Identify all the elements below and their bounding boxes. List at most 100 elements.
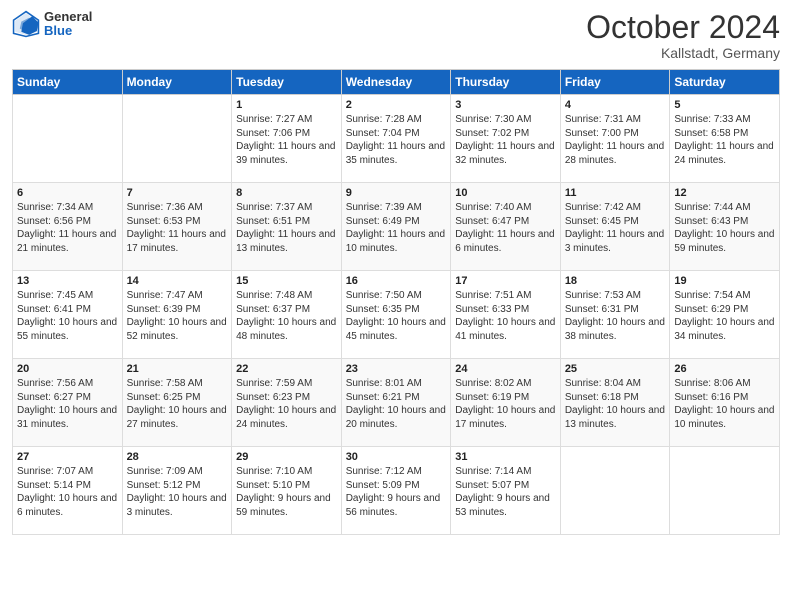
- day-number: 24: [455, 363, 556, 375]
- day-info: Sunrise: 7:48 AM Sunset: 6:37 PM Dayligh…: [236, 289, 337, 343]
- day-info: Sunrise: 7:30 AM Sunset: 7:02 PM Dayligh…: [455, 113, 556, 167]
- day-header-row: SundayMondayTuesdayWednesdayThursdayFrid…: [13, 70, 780, 95]
- day-number: 2: [346, 99, 447, 111]
- day-info: Sunrise: 7:45 AM Sunset: 6:41 PM Dayligh…: [17, 289, 118, 343]
- calendar-cell: 19Sunrise: 7:54 AM Sunset: 6:29 PM Dayli…: [670, 271, 780, 359]
- calendar-week-row: 20 Sunrise: 7:56 AM Sunset: 6:27 PM Dayli…: [13, 359, 780, 447]
- day-info: Sunrise: 7:28 AM Sunset: 7:04 PM Dayligh…: [346, 113, 447, 167]
- calendar-cell: 4 Sunrise: 7:31 AM Sunset: 7:00 PM Daylig…: [560, 95, 670, 183]
- day-info: Sunrise: 7:40 AM Sunset: 6:47 PM Dayligh…: [455, 201, 556, 255]
- calendar-cell: 28 Sunrise: 7:09 AM Sunset: 5:12 PM Dayli…: [122, 447, 232, 535]
- calendar-cell: 21Sunrise: 7:58 AM Sunset: 6:25 PM Dayli…: [122, 359, 232, 447]
- calendar-page: General Blue October 2024 Kallstadt, Ger…: [0, 0, 792, 612]
- day-number: 28: [127, 451, 228, 463]
- day-info: Sunrise: 8:01 AM Sunset: 6:21 PM Dayligh…: [346, 377, 447, 431]
- day-info: Sunrise: 7:31 AM Sunset: 7:00 PM Dayligh…: [565, 113, 666, 167]
- day-of-week-header: Wednesday: [341, 70, 451, 95]
- calendar-cell: 24 Sunrise: 8:02 AM Sunset: 6:19 PM Dayli…: [451, 359, 561, 447]
- calendar-cell: 3 Sunrise: 7:30 AM Sunset: 7:02 PM Daylig…: [451, 95, 561, 183]
- day-info: Sunrise: 7:33 AM Sunset: 6:58 PM Dayligh…: [674, 113, 775, 167]
- day-info: Sunrise: 7:50 AM Sunset: 6:35 PM Dayligh…: [346, 289, 447, 343]
- day-number: 26: [674, 363, 775, 375]
- day-number: 30: [346, 451, 447, 463]
- day-info: Sunrise: 7:59 AM Sunset: 6:23 PM Dayligh…: [236, 377, 337, 431]
- calendar-cell: 18Sunrise: 7:53 AM Sunset: 6:31 PM Dayli…: [560, 271, 670, 359]
- page-header: General Blue October 2024 Kallstadt, Ger…: [12, 10, 780, 61]
- day-number: 31: [455, 451, 556, 463]
- calendar-cell: 14Sunrise: 7:47 AM Sunset: 6:39 PM Dayli…: [122, 271, 232, 359]
- day-number: 11: [565, 187, 666, 199]
- day-info: Sunrise: 8:06 AM Sunset: 6:16 PM Dayligh…: [674, 377, 775, 431]
- day-number: 15: [236, 275, 337, 287]
- calendar-cell: 1Sunrise: 7:27 AM Sunset: 7:06 PM Daylig…: [232, 95, 342, 183]
- day-number: 20: [17, 363, 118, 375]
- day-number: 6: [17, 187, 118, 199]
- day-info: Sunrise: 7:14 AM Sunset: 5:07 PM Dayligh…: [455, 465, 556, 519]
- day-info: Sunrise: 7:34 AM Sunset: 6:56 PM Dayligh…: [17, 201, 118, 255]
- calendar-cell: 20 Sunrise: 7:56 AM Sunset: 6:27 PM Dayli…: [13, 359, 123, 447]
- calendar-cell: 23 Sunrise: 8:01 AM Sunset: 6:21 PM Dayli…: [341, 359, 451, 447]
- calendar-cell: 13Sunrise: 7:45 AM Sunset: 6:41 PM Dayli…: [13, 271, 123, 359]
- calendar-cell: 25 Sunrise: 8:04 AM Sunset: 6:18 PM Dayli…: [560, 359, 670, 447]
- calendar-cell: [122, 95, 232, 183]
- calendar-cell: 7 Sunrise: 7:36 AM Sunset: 6:53 PM Daylig…: [122, 183, 232, 271]
- day-info: Sunrise: 7:07 AM Sunset: 5:14 PM Dayligh…: [17, 465, 118, 519]
- calendar-cell: 31 Sunrise: 7:14 AM Sunset: 5:07 PM Dayli…: [451, 447, 561, 535]
- day-number: 25: [565, 363, 666, 375]
- calendar-cell: 12 Sunrise: 7:44 AM Sunset: 6:43 PM Dayli…: [670, 183, 780, 271]
- day-info: Sunrise: 7:09 AM Sunset: 5:12 PM Dayligh…: [127, 465, 228, 519]
- calendar-cell: [670, 447, 780, 535]
- calendar-cell: 16 Sunrise: 7:50 AM Sunset: 6:35 PM Dayli…: [341, 271, 451, 359]
- day-info: Sunrise: 7:27 AM Sunset: 7:06 PM Dayligh…: [236, 113, 337, 167]
- logo: General Blue: [12, 10, 92, 39]
- day-number: 3: [455, 99, 556, 111]
- calendar-cell: 8Sunrise: 7:37 AM Sunset: 6:51 PM Daylig…: [232, 183, 342, 271]
- day-number: 7: [127, 187, 228, 199]
- logo-blue-text: Blue: [44, 24, 92, 38]
- calendar-week-row: 13Sunrise: 7:45 AM Sunset: 6:41 PM Dayli…: [13, 271, 780, 359]
- calendar-cell: 5Sunrise: 7:33 AM Sunset: 6:58 PM Daylig…: [670, 95, 780, 183]
- day-info: Sunrise: 7:12 AM Sunset: 5:09 PM Dayligh…: [346, 465, 447, 519]
- day-number: 8: [236, 187, 337, 199]
- logo-text: General Blue: [44, 10, 92, 39]
- day-number: 12: [674, 187, 775, 199]
- calendar-cell: 27 Sunrise: 7:07 AM Sunset: 5:14 PM Dayli…: [13, 447, 123, 535]
- day-number: 27: [17, 451, 118, 463]
- day-number: 4: [565, 99, 666, 111]
- calendar-cell: 10Sunrise: 7:40 AM Sunset: 6:47 PM Dayli…: [451, 183, 561, 271]
- day-number: 23: [346, 363, 447, 375]
- day-number: 16: [346, 275, 447, 287]
- day-info: Sunrise: 7:44 AM Sunset: 6:43 PM Dayligh…: [674, 201, 775, 255]
- month-title: October 2024: [586, 10, 780, 45]
- calendar-cell: 6 Sunrise: 7:34 AM Sunset: 6:56 PM Daylig…: [13, 183, 123, 271]
- day-number: 21: [127, 363, 228, 375]
- day-of-week-header: Saturday: [670, 70, 780, 95]
- calendar-cell: 22Sunrise: 7:59 AM Sunset: 6:23 PM Dayli…: [232, 359, 342, 447]
- calendar-cell: 11 Sunrise: 7:42 AM Sunset: 6:45 PM Dayli…: [560, 183, 670, 271]
- calendar-cell: [560, 447, 670, 535]
- calendar-week-row: 6 Sunrise: 7:34 AM Sunset: 6:56 PM Daylig…: [13, 183, 780, 271]
- calendar-cell: 9Sunrise: 7:39 AM Sunset: 6:49 PM Daylig…: [341, 183, 451, 271]
- calendar-cell: 15 Sunrise: 7:48 AM Sunset: 6:37 PM Dayli…: [232, 271, 342, 359]
- title-block: October 2024 Kallstadt, Germany: [586, 10, 780, 61]
- day-info: Sunrise: 7:42 AM Sunset: 6:45 PM Dayligh…: [565, 201, 666, 255]
- day-number: 19: [674, 275, 775, 287]
- calendar-cell: [13, 95, 123, 183]
- calendar-cell: 26 Sunrise: 8:06 AM Sunset: 6:16 PM Dayli…: [670, 359, 780, 447]
- day-number: 9: [346, 187, 447, 199]
- day-info: Sunrise: 8:02 AM Sunset: 6:19 PM Dayligh…: [455, 377, 556, 431]
- day-info: Sunrise: 7:36 AM Sunset: 6:53 PM Dayligh…: [127, 201, 228, 255]
- location: Kallstadt, Germany: [586, 45, 780, 61]
- day-info: Sunrise: 8:04 AM Sunset: 6:18 PM Dayligh…: [565, 377, 666, 431]
- day-info: Sunrise: 7:53 AM Sunset: 6:31 PM Dayligh…: [565, 289, 666, 343]
- day-of-week-header: Thursday: [451, 70, 561, 95]
- day-number: 17: [455, 275, 556, 287]
- day-number: 14: [127, 275, 228, 287]
- day-of-week-header: Sunday: [13, 70, 123, 95]
- day-of-week-header: Monday: [122, 70, 232, 95]
- calendar-table: SundayMondayTuesdayWednesdayThursdayFrid…: [12, 69, 780, 535]
- logo-general-text: General: [44, 10, 92, 24]
- calendar-cell: 30 Sunrise: 7:12 AM Sunset: 5:09 PM Dayli…: [341, 447, 451, 535]
- logo-icon: [12, 10, 40, 38]
- day-info: Sunrise: 7:56 AM Sunset: 6:27 PM Dayligh…: [17, 377, 118, 431]
